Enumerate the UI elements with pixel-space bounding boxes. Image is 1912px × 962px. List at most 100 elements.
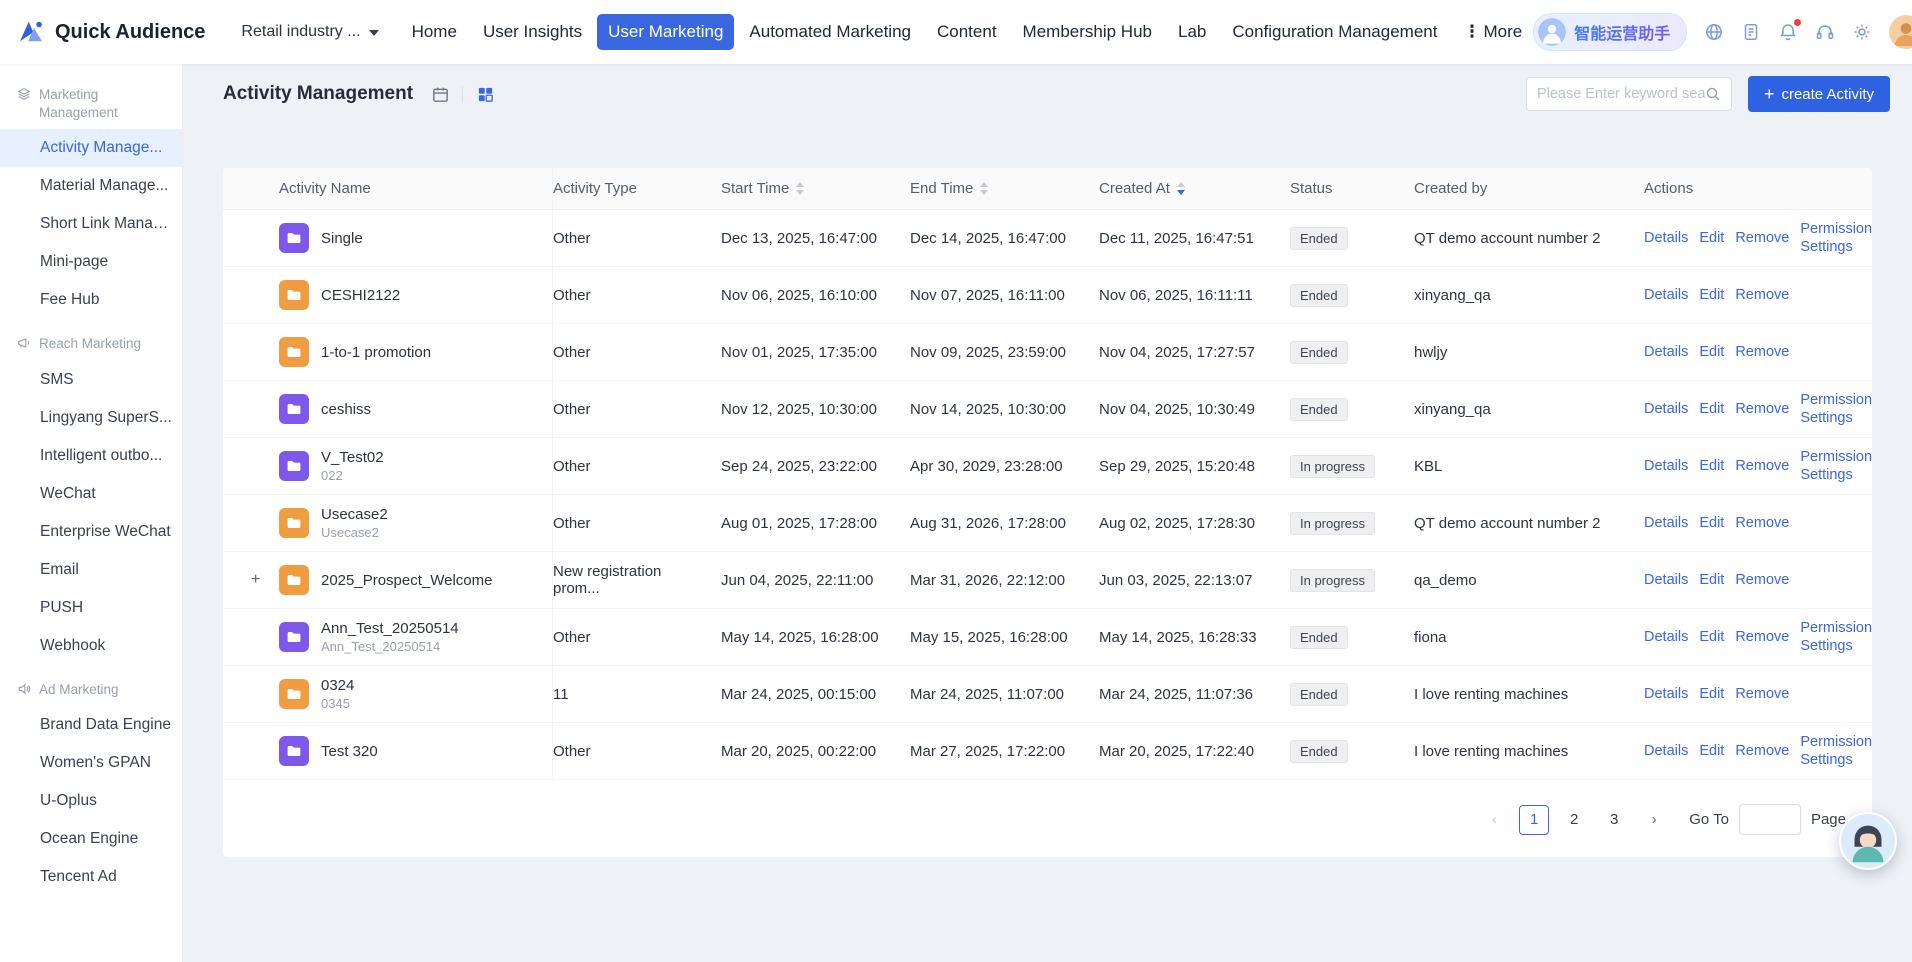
edit-link[interactable]: Edit xyxy=(1699,515,1724,531)
permission-settings-link[interactable]: Permission Settings xyxy=(1800,391,1882,427)
sidebar-item-sms[interactable]: SMS xyxy=(0,361,182,399)
create-activity-button[interactable]: + create Activity xyxy=(1747,76,1890,112)
details-link[interactable]: Details xyxy=(1644,515,1688,531)
sidebar-item-fee-hub[interactable]: Fee Hub xyxy=(0,281,182,319)
sidebar-item-lingyang-supers[interactable]: Lingyang SuperS... xyxy=(0,399,182,437)
column-header-created-at[interactable]: Created At xyxy=(1099,168,1290,209)
activity-name[interactable]: Single xyxy=(321,230,363,247)
calendar-view-icon[interactable] xyxy=(429,83,451,105)
settings-icon[interactable] xyxy=(1851,21,1873,43)
details-link[interactable]: Details xyxy=(1644,287,1688,303)
edit-link[interactable]: Edit xyxy=(1699,344,1724,360)
search-input[interactable] xyxy=(1536,86,1705,102)
sidebar-item-women-s-gpan[interactable]: Women's GPAN xyxy=(0,744,182,782)
remove-link[interactable]: Remove xyxy=(1735,515,1789,531)
permission-settings-link[interactable]: Permission Settings xyxy=(1800,733,1882,769)
prev-page-button[interactable]: ‹ xyxy=(1479,805,1509,835)
activity-name[interactable]: ceshiss xyxy=(321,401,371,418)
permission-settings-link[interactable]: Permission Settings xyxy=(1800,220,1882,256)
edit-link[interactable]: Edit xyxy=(1699,230,1724,246)
sidebar-item-intelligent-outbo[interactable]: Intelligent outbo... xyxy=(0,437,182,475)
remove-link[interactable]: Remove xyxy=(1735,686,1789,702)
sidebar-item-activity-manage[interactable]: Activity Manage... xyxy=(0,129,182,168)
nav-item-automated-marketing[interactable]: Automated Marketing xyxy=(738,14,922,50)
page-number-1[interactable]: 1 xyxy=(1519,804,1550,835)
nav-item-content[interactable]: Content xyxy=(926,14,1008,50)
details-link[interactable]: Details xyxy=(1644,401,1688,417)
guide-icon[interactable] xyxy=(1740,21,1762,43)
edit-link[interactable]: Edit xyxy=(1699,287,1724,303)
assistant-float-button[interactable] xyxy=(1839,812,1897,870)
nav-item-home[interactable]: Home xyxy=(401,14,468,50)
nav-item-lab[interactable]: Lab xyxy=(1167,14,1217,50)
workspace-selector[interactable]: Retail industry ... xyxy=(241,23,379,41)
details-link[interactable]: Details xyxy=(1644,344,1688,360)
details-link[interactable]: Details xyxy=(1644,629,1688,645)
activity-name[interactable]: 2025_Prospect_Welcome xyxy=(321,572,493,589)
globe-icon[interactable] xyxy=(1703,21,1725,43)
edit-link[interactable]: Edit xyxy=(1699,401,1724,417)
ai-assistant-button[interactable]: 智能运营助手 xyxy=(1533,13,1688,51)
remove-link[interactable]: Remove xyxy=(1735,572,1789,588)
remove-link[interactable]: Remove xyxy=(1735,287,1789,303)
details-link[interactable]: Details xyxy=(1644,743,1688,759)
activity-name[interactable]: 0324 xyxy=(321,677,354,694)
activity-name[interactable]: Usecase2 xyxy=(321,506,388,523)
next-page-button[interactable]: › xyxy=(1639,805,1669,835)
activity-name[interactable]: Ann_Test_20250514 xyxy=(321,620,459,637)
sidebar-item-email[interactable]: Email xyxy=(0,551,182,589)
sort-icon[interactable] xyxy=(1176,182,1185,195)
permission-settings-link[interactable]: Permission Settings xyxy=(1800,448,1882,484)
sidebar-item-enterprise-wechat[interactable]: Enterprise WeChat xyxy=(0,513,182,551)
nav-item-more[interactable]: ⋮ More xyxy=(1452,14,1533,50)
remove-link[interactable]: Remove xyxy=(1735,230,1789,246)
page-number-3[interactable]: 3 xyxy=(1599,805,1629,835)
remove-link[interactable]: Remove xyxy=(1735,401,1789,417)
column-header-start-time[interactable]: Start Time xyxy=(721,168,910,209)
sidebar-item-mini-page[interactable]: Mini-page xyxy=(0,243,182,281)
nav-item-configuration-management[interactable]: Configuration Management xyxy=(1221,14,1448,50)
activity-name[interactable]: Test 320 xyxy=(321,743,378,760)
edit-link[interactable]: Edit xyxy=(1699,629,1724,645)
sidebar-item-push[interactable]: PUSH xyxy=(0,589,182,627)
permission-settings-link[interactable]: Permission Settings xyxy=(1800,619,1882,655)
sidebar-item-webhook[interactable]: Webhook xyxy=(0,627,182,665)
remove-link[interactable]: Remove xyxy=(1735,629,1789,645)
activity-name[interactable]: 1-to-1 promotion xyxy=(321,344,431,361)
sidebar-item-tencent-ad[interactable]: Tencent Ad xyxy=(0,858,182,896)
activity-name[interactable]: V_Test02 xyxy=(321,449,384,466)
details-link[interactable]: Details xyxy=(1644,230,1688,246)
nav-item-user-insights[interactable]: User Insights xyxy=(472,14,593,50)
remove-link[interactable]: Remove xyxy=(1735,344,1789,360)
search-icon[interactable] xyxy=(1705,86,1721,102)
nav-item-membership-hub[interactable]: Membership Hub xyxy=(1012,14,1163,50)
sidebar-item-material-manage[interactable]: Material Manage... xyxy=(0,167,182,205)
edit-link[interactable]: Edit xyxy=(1699,743,1724,759)
details-link[interactable]: Details xyxy=(1644,572,1688,588)
remove-link[interactable]: Remove xyxy=(1735,743,1789,759)
sidebar-item-short-link-manag[interactable]: Short Link Manag... xyxy=(0,205,182,243)
sidebar-item-ocean-engine[interactable]: Ocean Engine xyxy=(0,820,182,858)
nav-item-label: Content xyxy=(937,22,997,41)
details-link[interactable]: Details xyxy=(1644,686,1688,702)
sidebar-item-brand-data-engine[interactable]: Brand Data Engine xyxy=(0,706,182,744)
headset-icon[interactable] xyxy=(1814,21,1836,43)
bell-icon[interactable] xyxy=(1777,19,1802,43)
expand-icon[interactable]: + xyxy=(251,571,279,589)
details-link[interactable]: Details xyxy=(1644,458,1688,474)
sidebar-item-u-oplus[interactable]: U-Oplus xyxy=(0,782,182,820)
nav-item-user-marketing[interactable]: User Marketing xyxy=(597,14,735,50)
edit-link[interactable]: Edit xyxy=(1699,572,1724,588)
edit-link[interactable]: Edit xyxy=(1699,458,1724,474)
sidebar-item-wechat[interactable]: WeChat xyxy=(0,475,182,513)
sort-icon[interactable] xyxy=(980,182,989,195)
activity-name[interactable]: CESHI2122 xyxy=(321,287,400,304)
edit-link[interactable]: Edit xyxy=(1699,686,1724,702)
remove-link[interactable]: Remove xyxy=(1735,458,1789,474)
user-avatar[interactable] xyxy=(1889,15,1912,49)
sort-icon[interactable] xyxy=(796,182,805,195)
column-header-end-time[interactable]: End Time xyxy=(910,168,1099,209)
page-number-2[interactable]: 2 xyxy=(1559,805,1589,835)
goto-page-input[interactable] xyxy=(1738,804,1801,835)
card-view-icon[interactable] xyxy=(474,83,496,105)
